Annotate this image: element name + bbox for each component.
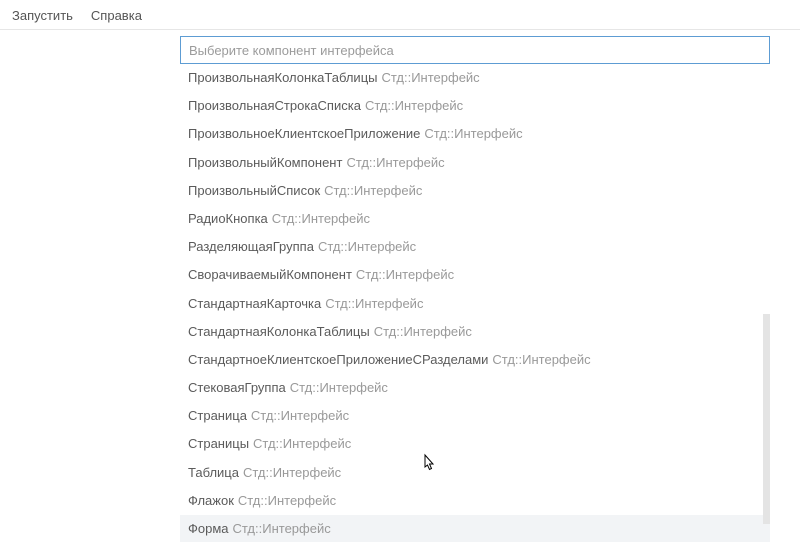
option-namespace: Стд::Интерфейс	[238, 493, 336, 508]
option-name: РазделяющаяГруппа	[188, 239, 314, 254]
option-namespace: Стд::Интерфейс	[365, 98, 463, 113]
option-namespace: Стд::Интерфейс	[251, 408, 349, 423]
option-namespace: Стд::Интерфейс	[324, 183, 422, 198]
option-namespace: Стд::Интерфейс	[233, 521, 331, 536]
option-name: Флажок	[188, 493, 234, 508]
option-item[interactable]: ПроизвольныйКомпонент Стд::Интерфейс	[180, 149, 770, 177]
option-namespace: Стд::Интерфейс	[346, 155, 444, 170]
option-name: ПроизвольноеКлиентскоеПриложение	[188, 126, 420, 141]
option-namespace: Стд::Интерфейс	[374, 324, 472, 339]
option-item[interactable]: Таблица Стд::Интерфейс	[180, 459, 770, 487]
option-item[interactable]: ПроизвольнаяКолонкаТаблицы Стд::Интерфейс	[180, 64, 770, 92]
option-name: СворачиваемыйКомпонент	[188, 267, 352, 282]
menu-help[interactable]: Справка	[91, 8, 142, 23]
search-input[interactable]	[180, 36, 770, 64]
option-name: СтековаяГруппа	[188, 380, 286, 395]
option-name: СтандартноеКлиентскоеПриложениеСРазделам…	[188, 352, 488, 367]
option-namespace: Стд::Интерфейс	[356, 267, 454, 282]
option-item[interactable]: СтандартнаяКолонкаТаблицы Стд::Интерфейс	[180, 318, 770, 346]
option-name: СтандартнаяКолонкаТаблицы	[188, 324, 370, 339]
scrollbar-thumb[interactable]	[763, 314, 770, 524]
option-item[interactable]: СворачиваемыйКомпонент Стд::Интерфейс	[180, 261, 770, 289]
option-name: Таблица	[188, 465, 239, 480]
option-namespace: Стд::Интерфейс	[272, 211, 370, 226]
option-namespace: Стд::Интерфейс	[290, 380, 388, 395]
option-item[interactable]: ПроизвольныйСписок Стд::Интерфейс	[180, 177, 770, 205]
option-item[interactable]: СтековаяГруппа Стд::Интерфейс	[180, 374, 770, 402]
option-namespace: Стд::Интерфейс	[243, 465, 341, 480]
option-item[interactable]: Форма Стд::Интерфейс	[180, 515, 770, 542]
menubar: Запустить Справка	[0, 0, 800, 30]
option-name: Форма	[188, 521, 229, 536]
option-item[interactable]: Страница Стд::Интерфейс	[180, 402, 770, 430]
option-name: СтандартнаяКарточка	[188, 296, 321, 311]
option-name: ПроизвольныйСписок	[188, 183, 320, 198]
options-listbox[interactable]: ПроизвольнаяКолонкаТаблицыСтд::Интерфейс…	[180, 64, 770, 542]
option-item[interactable]: СтандартноеКлиентскоеПриложениеСРазделам…	[180, 346, 770, 374]
option-name: ПроизвольнаяКолонкаТаблицы	[188, 70, 377, 85]
option-name: РадиоКнопка	[188, 211, 268, 226]
option-item[interactable]: СтандартнаяКарточка Стд::Интерфейс	[180, 290, 770, 318]
option-item[interactable]: РазделяющаяГруппа Стд::Интерфейс	[180, 233, 770, 261]
component-picker: ПроизвольнаяКолонкаТаблицыСтд::Интерфейс…	[180, 36, 770, 542]
option-namespace: Стд::Интерфейс	[492, 352, 590, 367]
option-item[interactable]: Страницы Стд::Интерфейс	[180, 430, 770, 458]
option-namespace: Стд::Интерфейс	[381, 70, 479, 85]
option-item[interactable]: Флажок Стд::Интерфейс	[180, 487, 770, 515]
option-name: ПроизвольныйКомпонент	[188, 155, 342, 170]
option-item[interactable]: ПроизвольноеКлиентскоеПриложение Стд::Инт…	[180, 120, 770, 148]
option-name: ПроизвольнаяСтрокаСписка	[188, 98, 361, 113]
option-name: Страница	[188, 408, 247, 423]
option-item[interactable]: РадиоКнопка Стд::Интерфейс	[180, 205, 770, 233]
option-namespace: Стд::Интерфейс	[253, 436, 351, 451]
option-item[interactable]: ПроизвольнаяСтрокаСписка Стд::Интерфейс	[180, 92, 770, 120]
option-name: Страницы	[188, 436, 249, 451]
menu-run[interactable]: Запустить	[12, 8, 73, 23]
content-area: ПроизвольнаяКолонкаТаблицыСтд::Интерфейс…	[0, 30, 800, 540]
option-namespace: Стд::Интерфейс	[318, 239, 416, 254]
option-namespace: Стд::Интерфейс	[424, 126, 522, 141]
option-namespace: Стд::Интерфейс	[325, 296, 423, 311]
